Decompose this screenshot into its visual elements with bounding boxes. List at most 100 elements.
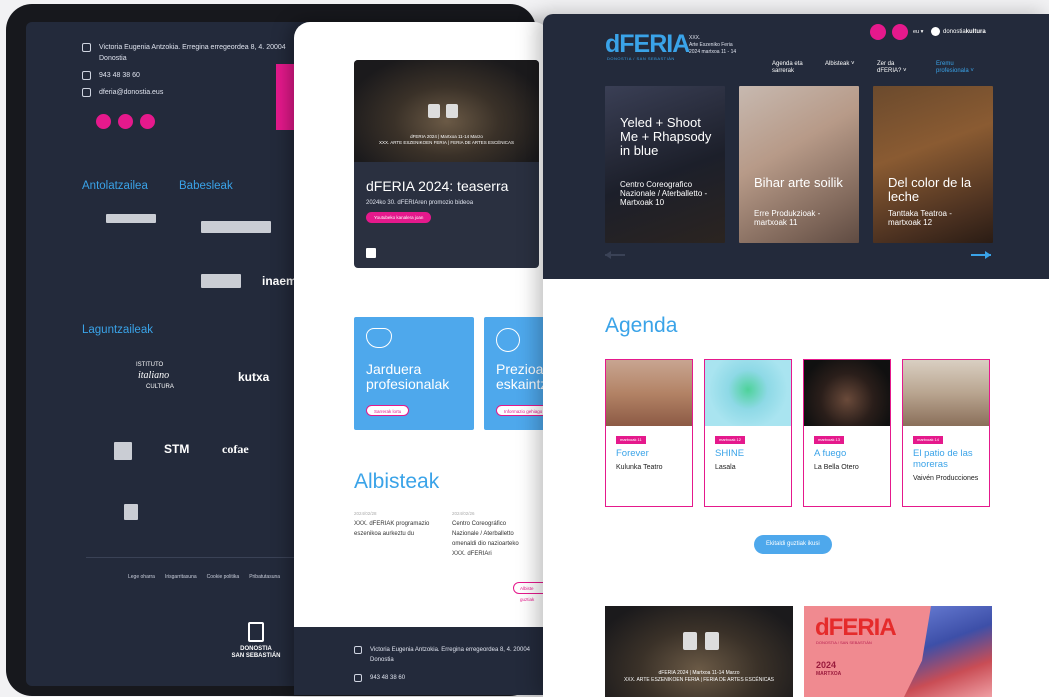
- footer-contact: Victoria Eugenia Antzokia. Erregina erre…: [82, 42, 289, 104]
- promo-video-thumbnail[interactable]: dFERIA 2024 | Martxoa 11-14 Marzo XXX. A…: [605, 606, 793, 697]
- brand-bold: kultura: [965, 28, 986, 35]
- agenda-card[interactable]: martxoak 13 A fuego La Bella Otero: [803, 359, 891, 507]
- all-events-button[interactable]: Ekitaldi guztiak ikusi: [754, 535, 832, 554]
- contact-address: Victoria Eugenia Antzokia. Erregina erre…: [99, 44, 286, 62]
- poster-thumbnail[interactable]: dFERIA DONOSTIA / SAN SEBASTIÁN 2024 MAR…: [804, 606, 992, 697]
- phone-icon: [354, 674, 362, 682]
- brand-regular: donostia: [943, 28, 966, 35]
- poster-month: MARTXOA: [816, 671, 842, 677]
- mask-icon: [366, 328, 392, 348]
- card-prices[interactable]: Prezioak eta eskaintzak Informazio gehia…: [484, 317, 550, 430]
- accessibility-icon[interactable]: [870, 24, 886, 40]
- news-item[interactable]: 2024/02/26 Centro Coreográfico Nazionale…: [452, 509, 534, 559]
- edition-name: Arte Eszeniko Feria: [689, 42, 733, 48]
- logo-icon: [705, 632, 719, 650]
- slider-prev-arrow-icon[interactable]: [605, 251, 625, 259]
- flickr-icon[interactable]: [140, 114, 155, 129]
- card-button[interactable]: Sarrerak lortu: [366, 405, 410, 416]
- pink-banner: [276, 64, 296, 130]
- desktop-window: dFERIA DONOSTIA / SAN SEBASTIÁN XXX. Art…: [543, 14, 1049, 697]
- dferia-logo[interactable]: dFERIA: [605, 30, 690, 59]
- event-date: martxoak 14: [913, 436, 944, 444]
- news-item[interactable]: 2024/02/28 XXX. dFERIAK programazio esze…: [354, 509, 436, 539]
- youtube-icon[interactable]: [96, 114, 111, 129]
- video-caption: dFERIA 2024 | Martxoa 11-14 Marzo XXX. A…: [354, 134, 539, 146]
- show-title: Yeled + Shoot Me + Rhapsody in blue: [620, 115, 712, 158]
- legal-link-privacy[interactable]: Pribatutasuna: [249, 574, 280, 580]
- nav-agenda[interactable]: Agenda eta sarrerak: [772, 61, 814, 75]
- city-logo: DONOSTIA SAN SEBASTIÁN: [226, 622, 286, 660]
- video-caption-line2: XXX. ARTE ESZENIKOEN FERIA | FERIA DE AR…: [378, 140, 515, 145]
- news-date: 2024/02/26: [452, 511, 475, 516]
- play-icon[interactable]: [366, 248, 376, 258]
- video-logos: [683, 632, 719, 650]
- italiano-logo: italiano: [138, 370, 170, 381]
- edition-info: XXX. Arte Eszeniko Feria 2024 martxoa 11…: [689, 35, 736, 56]
- facebook-icon[interactable]: [118, 114, 133, 129]
- show-slide[interactable]: Del color de la leche Tanttaka Teatroa -…: [873, 86, 993, 243]
- agenda-card[interactable]: martxoak 12 SHINE Lasala: [704, 359, 792, 507]
- card-title: Jarduera profesionalak: [366, 361, 450, 392]
- event-date: martxoak 11: [616, 436, 646, 444]
- poster-subtitle: DONOSTIA / SAN SEBASTIÁN: [816, 640, 872, 645]
- logo-subtitle: DONOSTIA / SAN SEBASTIÁN: [607, 56, 675, 61]
- event-title: A fuego: [814, 448, 847, 459]
- legal-link-accessibility[interactable]: Irisgarritasuna: [165, 574, 197, 580]
- sponsor-logo-2: [201, 274, 241, 288]
- heading-organizer: Antolatzailea: [82, 180, 148, 192]
- istituto-logo-bottom: CULTURA: [146, 384, 174, 390]
- footer-address: Victoria Eugenia Antzokia. Erregina erre…: [370, 647, 530, 663]
- video-thumbnail[interactable]: dFERIA 2024 | Martxoa 11-14 Marzo XXX. A…: [354, 60, 539, 162]
- card-title: Prezioak eta eskaintzak: [496, 361, 550, 392]
- slider-next-arrow-icon[interactable]: [971, 251, 991, 259]
- poster-logo: dFERIA: [815, 614, 897, 641]
- collab-logo-2: [124, 504, 138, 520]
- donostia-kultura-logo[interactable]: donostia kultura: [931, 27, 986, 36]
- logo-icon: [683, 632, 697, 650]
- city-name-2: SAN SEBASTIÁN: [231, 653, 281, 659]
- show-slide[interactable]: Yeled + Shoot Me + Rhapsody in blue Cent…: [605, 86, 725, 243]
- show-subtitle: Centro Coreografico Nazionale / Aterball…: [620, 180, 708, 207]
- dk-icon: [931, 27, 940, 36]
- cofae-logo: cofae: [222, 442, 249, 456]
- logo-icon: [446, 104, 458, 118]
- search-icon[interactable]: [892, 24, 908, 40]
- language-selector[interactable]: eu ▾: [913, 29, 923, 35]
- contact-email[interactable]: dferia@donostia.eus: [99, 87, 163, 98]
- legal-link-cookies[interactable]: Cookie politika: [207, 574, 240, 580]
- news-heading: Albisteak: [354, 470, 440, 493]
- poster-artwork: [904, 606, 992, 697]
- nav-news[interactable]: Albisteak ˅: [825, 61, 867, 68]
- footer-phone[interactable]: 943 48 38 60: [370, 673, 405, 683]
- youtube-channel-button[interactable]: Youtubeko kanalera joan: [366, 212, 432, 223]
- organizer-logo: [106, 214, 156, 223]
- promo-caption-line1: dFERIA 2024 | Martxoa 11-14 Marzo: [658, 670, 740, 676]
- footer-divider: [86, 557, 296, 558]
- legal-link-notice[interactable]: Lege oharra: [128, 574, 155, 580]
- show-title: Del color de la leche: [888, 175, 972, 204]
- phone-device: dFERIA 2024 | Martxoa 11-14 Marzo XXX. A…: [294, 22, 550, 695]
- nav-professional[interactable]: Eremu profesionala ˅: [936, 61, 982, 75]
- event-image: [903, 360, 989, 426]
- event-company: Vaivén Producciones: [913, 475, 979, 482]
- nav-about[interactable]: Zer da dFERIA? ˅: [877, 61, 913, 75]
- edition-number: XXX.: [689, 35, 701, 41]
- phone-footer: Victoria Eugenia Antzokia. Erregina erre…: [294, 627, 550, 695]
- video-title: dFERIA 2024: teaserra: [366, 178, 509, 194]
- sponsor-logo-1: [201, 221, 271, 233]
- poster-year: 2024 MARTXOA: [816, 661, 841, 679]
- agenda-card[interactable]: martxoak 14 El patio de las moreras Vaiv…: [902, 359, 990, 507]
- contact-phone[interactable]: 943 48 38 60: [99, 70, 140, 81]
- mail-icon: [82, 88, 91, 97]
- event-image: [705, 360, 791, 426]
- city-name-1: DONOSTIA: [240, 646, 272, 652]
- show-slide[interactable]: Bihar arte soilik Erre Produkzioak - mar…: [739, 86, 859, 243]
- video-block: dFERIA 2024 | Martxoa 11-14 Marzo XXX. A…: [354, 60, 539, 268]
- location-icon: [82, 43, 91, 52]
- card-professional[interactable]: Jarduera profesionalak Sarrerak lortu: [354, 317, 474, 430]
- news-text: Centro Coreográfico Nazionale / Aterball…: [452, 521, 519, 557]
- card-button[interactable]: Informazio gehiago: [496, 405, 550, 416]
- agenda-card[interactable]: martxoak 11 Forever Kulunka Teatro: [605, 359, 693, 507]
- kutxa-logo: kutxa: [238, 370, 270, 384]
- show-subtitle: Tanttaka Teatroa - martxoak 12: [888, 209, 952, 227]
